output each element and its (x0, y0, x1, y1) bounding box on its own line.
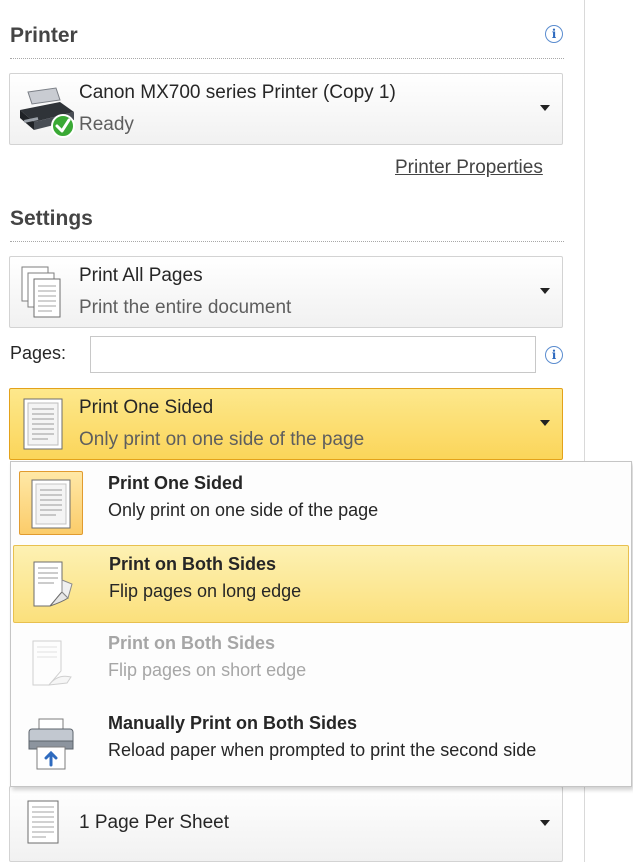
one-sided-icon (19, 471, 83, 535)
menu-item-both-sides-short-edge: Print on Both Sides Flip pages on short … (13, 625, 629, 703)
one-sided-icon (16, 395, 76, 455)
print-range-subtitle: Print the entire document (79, 297, 292, 318)
pages-per-sheet-dropdown[interactable]: 1 Page Per Sheet (9, 786, 563, 862)
sides-title: Print One Sided (79, 397, 214, 418)
menu-item-manual-duplex[interactable]: Manually Print on Both Sides Reload pape… (13, 705, 629, 783)
sides-subtitle: Only print on one side of the page (79, 429, 365, 450)
chevron-down-icon (540, 105, 550, 111)
sides-dropdown[interactable]: Print One Sided Only print on one side o… (9, 388, 563, 460)
menu-item-subtitle: Reload paper when prompted to print the … (108, 740, 537, 760)
print-range-dropdown[interactable]: Print All Pages Print the entire documen… (9, 256, 563, 328)
printer-status: Ready (79, 114, 134, 135)
chevron-down-icon (540, 420, 550, 426)
all-pages-icon (16, 263, 76, 323)
chevron-down-icon (540, 288, 550, 294)
info-icon[interactable]: i (545, 346, 563, 364)
info-icon[interactable]: i (545, 25, 563, 43)
printer-section-title: Printer (10, 24, 78, 47)
single-page-icon (16, 793, 76, 853)
pages-input[interactable] (90, 336, 536, 373)
section-separator (10, 241, 564, 242)
chevron-down-icon (540, 820, 550, 826)
settings-section-title: Settings (10, 207, 93, 230)
section-separator (10, 58, 564, 59)
menu-item-one-sided[interactable]: Print One Sided Only print on one side o… (13, 465, 629, 543)
menu-item-title: Print on Both Sides (109, 554, 277, 574)
print-range-title: Print All Pages (79, 265, 203, 286)
menu-item-subtitle: Flip pages on short edge (108, 660, 307, 680)
menu-item-subtitle: Flip pages on long edge (109, 581, 302, 601)
sides-menu: Print One Sided Only print on one side o… (10, 461, 632, 787)
pages-per-sheet-title: 1 Page Per Sheet (79, 812, 229, 833)
pages-label: Pages: (10, 343, 67, 363)
menu-item-title: Print on Both Sides (108, 633, 276, 653)
printer-name: Canon MX700 series Printer (Copy 1) (79, 82, 396, 103)
menu-item-both-sides-long-edge[interactable]: Print on Both Sides Flip pages on long e… (13, 545, 629, 623)
flip-short-edge-icon (19, 631, 83, 695)
menu-item-title: Manually Print on Both Sides (108, 713, 358, 733)
printer-icon (16, 80, 76, 140)
printer-dropdown[interactable]: Canon MX700 series Printer (Copy 1) Read… (9, 73, 563, 145)
printer-properties-link[interactable]: Printer Properties (395, 157, 543, 179)
menu-item-title: Print One Sided (108, 473, 244, 493)
menu-item-subtitle: Only print on one side of the page (108, 500, 379, 520)
flip-long-edge-icon (20, 552, 84, 616)
manual-duplex-printer-icon (19, 711, 83, 775)
